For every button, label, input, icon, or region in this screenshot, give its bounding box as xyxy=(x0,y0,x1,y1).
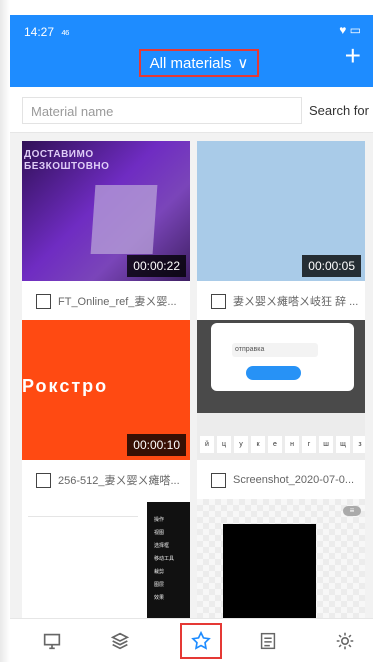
key: ц xyxy=(217,436,231,453)
star-icon xyxy=(191,630,211,650)
material-card[interactable]: 00:00:05 妻ㄨ婴ㄨ瘫嗒ㄨ岐狂 辞 ... xyxy=(197,141,365,321)
key: ш xyxy=(319,436,333,453)
tab-settings[interactable] xyxy=(324,623,366,659)
key: щ xyxy=(336,436,350,453)
list-icon xyxy=(260,632,276,650)
key: к xyxy=(251,436,265,453)
menu-lines: 操作 视图 选择框 移动工具 裁剪 图层 效果 xyxy=(154,514,174,605)
material-thumbnail[interactable]: ДОСТАВИМО БЕЗКОШТОВНО 00:00:22 xyxy=(22,141,190,281)
black-square xyxy=(223,524,316,618)
menu-line: 视图 xyxy=(154,530,165,536)
select-checkbox[interactable] xyxy=(36,472,51,488)
left-shadow xyxy=(0,0,10,662)
key: з xyxy=(353,436,365,453)
chevron-down-icon: ∨ xyxy=(237,55,249,72)
status-time: 14:27 xyxy=(24,25,55,39)
material-search-input[interactable]: Material name xyxy=(22,97,302,124)
layers-icon xyxy=(110,632,130,650)
tab-favorites[interactable] xyxy=(180,623,222,659)
material-thumbnail[interactable]: ≡ xyxy=(197,499,365,618)
material-name: 256-512_妻ㄨ婴ㄨ瘫嗒... xyxy=(58,475,180,487)
thumbnail-caption: Рокстро xyxy=(22,376,109,396)
key: г xyxy=(302,436,316,453)
menu-line: 操作 xyxy=(154,517,165,523)
select-checkbox[interactable] xyxy=(211,472,226,488)
dialog-button xyxy=(246,366,301,380)
material-thumbnail[interactable]: Рокстро 00:00:10 xyxy=(22,320,190,460)
key: е xyxy=(268,436,282,453)
add-button[interactable]: + xyxy=(345,42,361,70)
menu-line: 移动工具 xyxy=(154,556,175,562)
top-header: 14:27 ₄₆ ♥ ▭ All materials ∨ + xyxy=(10,15,373,87)
dialog-text: отправка xyxy=(232,343,318,357)
app-screen: 14:27 ₄₆ ♥ ▭ All materials ∨ + Material … xyxy=(0,0,377,662)
menu-line: 效果 xyxy=(154,595,165,601)
materials-grid: ДОСТАВИМО БЕЗКОШТОВНО 00:00:22 FT_Online… xyxy=(10,133,373,618)
toolbar-preview xyxy=(28,503,138,517)
menu-line: 选择框 xyxy=(154,543,170,549)
monitor-icon xyxy=(43,633,61,650)
material-card[interactable]: ≡ xyxy=(197,499,365,618)
menu-line: 裁剪 xyxy=(154,569,165,575)
material-card[interactable]: отправка й ц у к е н г ш щ з Screenshot_… xyxy=(197,320,365,500)
tab-layers[interactable] xyxy=(99,623,141,659)
bottom-tab-bar xyxy=(10,618,373,662)
menu-line: 图层 xyxy=(154,582,165,588)
select-checkbox[interactable] xyxy=(36,293,51,309)
material-name: Screenshot_2020-07-0... xyxy=(233,474,355,486)
material-card[interactable]: ДОСТАВИМО БЕЗКОШТОВНО 00:00:22 FT_Online… xyxy=(22,141,190,321)
gear-icon xyxy=(336,632,354,650)
tab-list[interactable] xyxy=(247,623,289,659)
key: й xyxy=(200,436,214,453)
search-button[interactable]: Search for xyxy=(308,97,370,124)
material-name: 妻ㄨ婴ㄨ瘫嗒ㄨ岐狂 辞 ... xyxy=(233,296,359,308)
key: н xyxy=(285,436,299,453)
more-icon: ≡ xyxy=(343,506,361,516)
page-title: All materials xyxy=(149,54,232,72)
duration-badge: 00:00:22 xyxy=(127,255,186,277)
key: у xyxy=(234,436,248,453)
material-thumbnail[interactable]: 操作 视图 选择框 移动工具 裁剪 图层 效果 xyxy=(22,499,190,618)
duration-badge: 00:00:05 xyxy=(302,255,361,277)
material-card[interactable]: 操作 视图 选择框 移动工具 裁剪 图层 效果 xyxy=(22,499,190,618)
signal-icon: ₄₆ xyxy=(61,23,70,37)
material-thumbnail[interactable]: отправка й ц у к е н г ш щ з xyxy=(197,320,365,460)
dialog-preview: отправка xyxy=(211,323,354,391)
tab-monitor[interactable] xyxy=(31,623,73,659)
material-name: FT_Online_ref_妻ㄨ婴... xyxy=(58,296,177,308)
thumbnail-caption: ДОСТАВИМО БЕЗКОШТОВНО xyxy=(24,149,110,172)
search-row: Material name Search for xyxy=(10,87,373,133)
keyboard-preview: й ц у к е н г ш щ з xyxy=(197,413,365,460)
thumbnail-shape xyxy=(90,185,158,254)
material-card[interactable]: Рокстро 00:00:10 256-512_妻ㄨ婴ㄨ瘫嗒... xyxy=(22,320,190,500)
select-checkbox[interactable] xyxy=(211,293,226,309)
duration-badge: 00:00:10 xyxy=(127,434,186,456)
material-filter-dropdown[interactable]: All materials ∨ xyxy=(139,49,259,77)
material-thumbnail[interactable]: 00:00:05 xyxy=(197,141,365,281)
battery-icon: ♥ ▭ xyxy=(339,23,361,37)
